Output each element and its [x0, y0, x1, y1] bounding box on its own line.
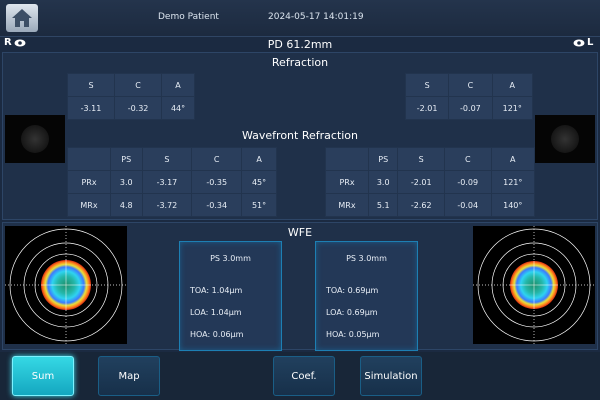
table-row: MRx 5.1 -2.62 -0.04 140° — [325, 193, 535, 217]
header-s: S — [404, 73, 450, 97]
table-cell: -2.01 — [397, 170, 445, 194]
table-row: PRx 3.0 -2.01 -0.09 121° — [325, 170, 535, 194]
header-c: C — [448, 73, 493, 97]
header-a: A — [161, 73, 195, 97]
header-s: S — [397, 147, 445, 171]
header-c: C — [191, 147, 243, 171]
left-cylinder: -0.07 — [448, 96, 493, 120]
wavefront-table-left: PS S C A PRx 3.0 -2.01 -0.09 121° MRx 5.… — [325, 147, 535, 217]
table-cell: -3.72 — [141, 193, 193, 217]
eye-icon — [573, 39, 585, 46]
pupil-distance: PD 61.2mm — [267, 38, 333, 51]
table-row: MRx 4.8 -3.72 -0.34 51° — [67, 193, 277, 217]
home-button[interactable] — [6, 4, 38, 32]
header-a: A — [490, 147, 535, 171]
left-toa: TOA: 0.69μm — [326, 286, 379, 295]
home-icon — [12, 9, 32, 27]
right-loa: LOA: 1.04μm — [190, 308, 242, 317]
right-sphere: -3.11 — [66, 96, 116, 120]
left-axis: 121° — [491, 96, 534, 120]
header-a: A — [241, 147, 277, 171]
table-cell: -0.34 — [191, 193, 243, 217]
header-a: A — [491, 73, 534, 97]
table-cell: -2.62 — [397, 193, 445, 217]
left-wfe-box: PS 3.0mm TOA: 0.69μm LOA: 0.69μm HOA: 0.… — [315, 241, 418, 351]
left-wavefront-map[interactable] — [473, 226, 595, 344]
table-cell: 3.0 — [110, 170, 143, 194]
right-cylinder: -0.32 — [114, 96, 163, 120]
table-row: PRx 3.0 -3.17 -0.35 45° — [67, 170, 277, 194]
wavefront-table-right: PS S C A PRx 3.0 -3.17 -0.35 45° MRx 4.8… — [67, 147, 277, 217]
right-wfe-box: PS 3.0mm TOA: 1.04μm LOA: 1.04μm HOA: 0.… — [179, 241, 282, 351]
table-cell: 5.1 — [367, 193, 399, 217]
left-eye-label: L — [573, 37, 593, 48]
table-cell: -0.04 — [443, 193, 492, 217]
refraction-panel: Refraction S C A -3.11 -0.32 44° S C A -… — [2, 52, 598, 220]
bottom-bar: Sum Map Coef. Simulation — [0, 352, 600, 400]
left-pupil-size: PS 3.0mm — [346, 254, 387, 263]
row-label: PRx — [67, 170, 111, 194]
right-axis: 44° — [161, 96, 195, 120]
table-cell: -3.17 — [141, 170, 193, 194]
refraction-title: Refraction — [271, 56, 329, 69]
wavefront-title: Wavefront Refraction — [241, 129, 359, 142]
header-s: S — [141, 147, 193, 171]
right-wavefront-map[interactable] — [5, 226, 127, 344]
header-s: S — [66, 73, 116, 97]
wfe-panel: WFE PS 3.0mm TOA: 1.04μm LOA: 1.04μm HOA… — [2, 222, 598, 351]
refraction-table-right: S C A -3.11 -0.32 44° — [66, 73, 195, 120]
patient-name: Demo Patient — [158, 12, 219, 22]
left-hoa: HOA: 0.05μm — [326, 330, 380, 339]
left-sphere: -2.01 — [404, 96, 450, 120]
header-ps: PS — [367, 147, 399, 171]
row-label: PRx — [325, 170, 369, 194]
header-c: C — [443, 147, 492, 171]
map-button[interactable]: Map — [98, 356, 160, 396]
coef-button[interactable]: Coef. — [273, 356, 335, 396]
left-loa: LOA: 0.69μm — [326, 308, 378, 317]
table-cell: 51° — [241, 193, 277, 217]
row-label: MRx — [325, 193, 369, 217]
table-cell: 3.0 — [367, 170, 399, 194]
table-cell: 45° — [241, 170, 277, 194]
eye-bar: R PD 61.2mm L — [0, 37, 600, 52]
header-c: C — [114, 73, 163, 97]
exam-datetime: 2024-05-17 14:01:19 — [268, 12, 364, 22]
table-cell: 140° — [490, 193, 535, 217]
table-cell: 121° — [490, 170, 535, 194]
right-toa: TOA: 1.04μm — [190, 286, 243, 295]
right-hoa: HOA: 0.06μm — [190, 330, 244, 339]
table-cell: -0.35 — [191, 170, 243, 194]
refraction-table-left: S C A -2.01 -0.07 121° — [404, 73, 534, 120]
header-ps: PS — [110, 147, 143, 171]
table-cell: 4.8 — [110, 193, 143, 217]
sum-button[interactable]: Sum — [12, 356, 74, 396]
row-label: MRx — [67, 193, 111, 217]
top-bar: Demo Patient 2024-05-17 14:01:19 — [0, 0, 600, 37]
right-pupil-size: PS 3.0mm — [210, 254, 251, 263]
simulation-button[interactable]: Simulation — [360, 356, 422, 396]
table-cell: -0.09 — [443, 170, 492, 194]
